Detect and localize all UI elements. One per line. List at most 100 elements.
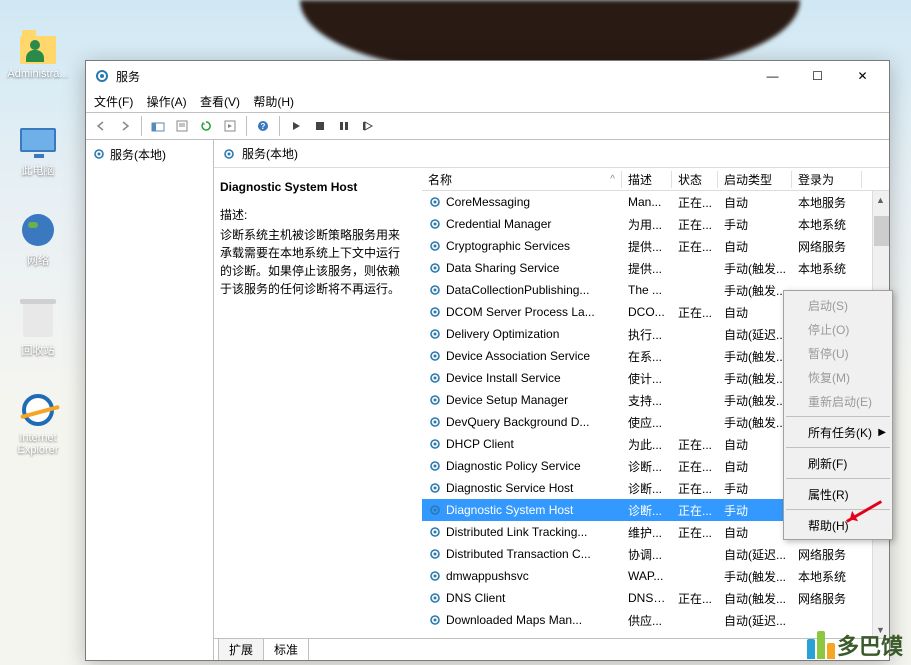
service-row[interactable]: dmwappushsvcWAP...手动(触发...本地系统: [422, 565, 889, 587]
desktop-icon-recycle-bin[interactable]: 回收站: [6, 300, 70, 358]
service-start-type: 自动(触发...: [718, 590, 792, 607]
tree-item-label: 服务(本地): [110, 146, 166, 163]
gear-icon: [428, 217, 442, 231]
sort-indicator-icon: ^: [610, 174, 615, 185]
service-start-type: 手动(触发...: [718, 568, 792, 585]
service-name: DataCollectionPublishing...: [446, 283, 589, 297]
ctx-separator: [786, 447, 890, 448]
desktop-icon-administrator[interactable]: Administra...: [6, 26, 70, 80]
service-name: Distributed Transaction C...: [446, 547, 591, 561]
service-desc: DCO...: [622, 305, 672, 319]
services-window: 服务 — ☐ ✕ 文件(F) 操作(A) 查看(V) 帮助(H) ?: [85, 60, 890, 661]
titlebar[interactable]: 服务 — ☐ ✕: [86, 61, 889, 91]
service-start-type: 自动: [718, 304, 792, 321]
menu-action[interactable]: 操作(A): [147, 95, 187, 109]
gear-icon: [428, 503, 442, 517]
service-desc: 执行...: [622, 326, 672, 343]
window-controls: — ☐ ✕: [750, 62, 885, 90]
view-tabs: 扩展 标准: [214, 638, 889, 660]
service-start-type: 自动: [718, 194, 792, 211]
service-desc: 使计...: [622, 370, 672, 387]
tb-export-button[interactable]: [219, 115, 241, 137]
service-row[interactable]: Credential Manager为用...正在...手动本地系统: [422, 213, 889, 235]
tb-refresh-button[interactable]: [195, 115, 217, 137]
tree-item-services-local[interactable]: 服务(本地): [92, 144, 207, 164]
gear-icon: [428, 283, 442, 297]
ctx-pause: 暂停(U): [784, 341, 892, 365]
gear-icon: [428, 415, 442, 429]
ctx-refresh[interactable]: 刷新(F): [784, 451, 892, 475]
tb-restart-button[interactable]: [357, 115, 379, 137]
tb-properties-button[interactable]: [171, 115, 193, 137]
menu-help[interactable]: 帮助(H): [253, 95, 294, 109]
desktop-icon-network[interactable]: 网络: [6, 210, 70, 268]
service-row[interactable]: Downloaded Maps Man...供应...自动(延迟...: [422, 609, 889, 631]
menubar: 文件(F) 操作(A) 查看(V) 帮助(H): [86, 91, 889, 112]
service-status: 正在...: [672, 458, 718, 475]
service-name: DevQuery Background D...: [446, 415, 589, 429]
gear-icon: [428, 393, 442, 407]
desktop-icon-label: Explorer: [6, 444, 70, 456]
service-row[interactable]: CoreMessagingMan...正在...自动本地服务: [422, 191, 889, 213]
tb-play-button[interactable]: [285, 115, 307, 137]
service-status: 正在...: [672, 216, 718, 233]
service-logon: 本地系统: [792, 260, 862, 277]
col-header-name[interactable]: 名称 ^: [422, 171, 622, 188]
desktop-icon-label: 此电脑: [6, 162, 70, 178]
col-header-start[interactable]: 启动类型: [718, 171, 792, 188]
gear-icon: [428, 261, 442, 275]
desktop-icon-internet-explorer[interactable]: Internet Explorer: [6, 390, 70, 456]
scroll-up-icon[interactable]: ▲: [873, 191, 888, 208]
service-row[interactable]: Cryptographic Services提供...正在...自动网络服务: [422, 235, 889, 257]
service-row[interactable]: DNS ClientDNS ...正在...自动(触发...网络服务: [422, 587, 889, 609]
ctx-separator: [786, 416, 890, 417]
tb-stop-button[interactable]: [309, 115, 331, 137]
service-status: 正在...: [672, 436, 718, 453]
minimize-button[interactable]: —: [750, 62, 795, 90]
ctx-all-tasks[interactable]: 所有任务(K) ▶: [784, 420, 892, 444]
service-desc: Man...: [622, 195, 672, 209]
service-desc: 支持...: [622, 392, 672, 409]
service-name: Credential Manager: [446, 217, 551, 231]
service-start-type: 自动: [718, 238, 792, 255]
menu-view[interactable]: 查看(V): [200, 95, 240, 109]
service-status: 正在...: [672, 194, 718, 211]
col-header-status[interactable]: 状态: [672, 171, 718, 188]
tab-extended[interactable]: 扩展: [218, 638, 264, 660]
tb-forward-button[interactable]: [114, 115, 136, 137]
service-name: CoreMessaging: [446, 195, 530, 209]
gear-icon: [428, 569, 442, 583]
gear-icon: [428, 437, 442, 451]
tb-pause-button[interactable]: [333, 115, 355, 137]
close-button[interactable]: ✕: [840, 62, 885, 90]
tb-back-button[interactable]: [90, 115, 112, 137]
service-logon: 本地系统: [792, 216, 862, 233]
detail-pane: Diagnostic System Host 描述: 诊断系统主机被诊断策略服务…: [214, 168, 422, 638]
tb-help-button[interactable]: ?: [252, 115, 274, 137]
service-logon: 网络服务: [792, 590, 862, 607]
tb-separator: [246, 116, 247, 136]
gear-icon: [428, 305, 442, 319]
gear-icon: [428, 371, 442, 385]
service-name: Diagnostic Policy Service: [446, 459, 581, 473]
menu-file[interactable]: 文件(F): [94, 95, 133, 109]
desktop-icon-this-pc[interactable]: 此电脑: [6, 120, 70, 178]
service-name: Diagnostic Service Host: [446, 481, 573, 495]
desc-label: 描述:: [220, 206, 410, 224]
service-start-type: 自动(延迟...: [718, 326, 792, 343]
service-desc: 在系...: [622, 348, 672, 365]
maximize-button[interactable]: ☐: [795, 62, 840, 90]
service-row[interactable]: Data Sharing Service提供...手动(触发...本地系统: [422, 257, 889, 279]
folder-user-icon: [20, 36, 56, 64]
service-row[interactable]: Distributed Transaction C...协调...自动(延迟..…: [422, 543, 889, 565]
col-header-logon[interactable]: 登录为: [792, 171, 862, 188]
service-start-type: 手动: [718, 480, 792, 497]
scroll-thumb[interactable]: [874, 216, 889, 246]
tab-standard[interactable]: 标准: [263, 638, 309, 660]
ctx-help[interactable]: 帮助(H): [784, 513, 892, 537]
service-logon: 本地系统: [792, 568, 862, 585]
tb-up-button[interactable]: [147, 115, 169, 137]
services-app-icon: [94, 68, 110, 84]
col-header-desc[interactable]: 描述: [622, 171, 672, 188]
window-title: 服务: [116, 68, 750, 85]
